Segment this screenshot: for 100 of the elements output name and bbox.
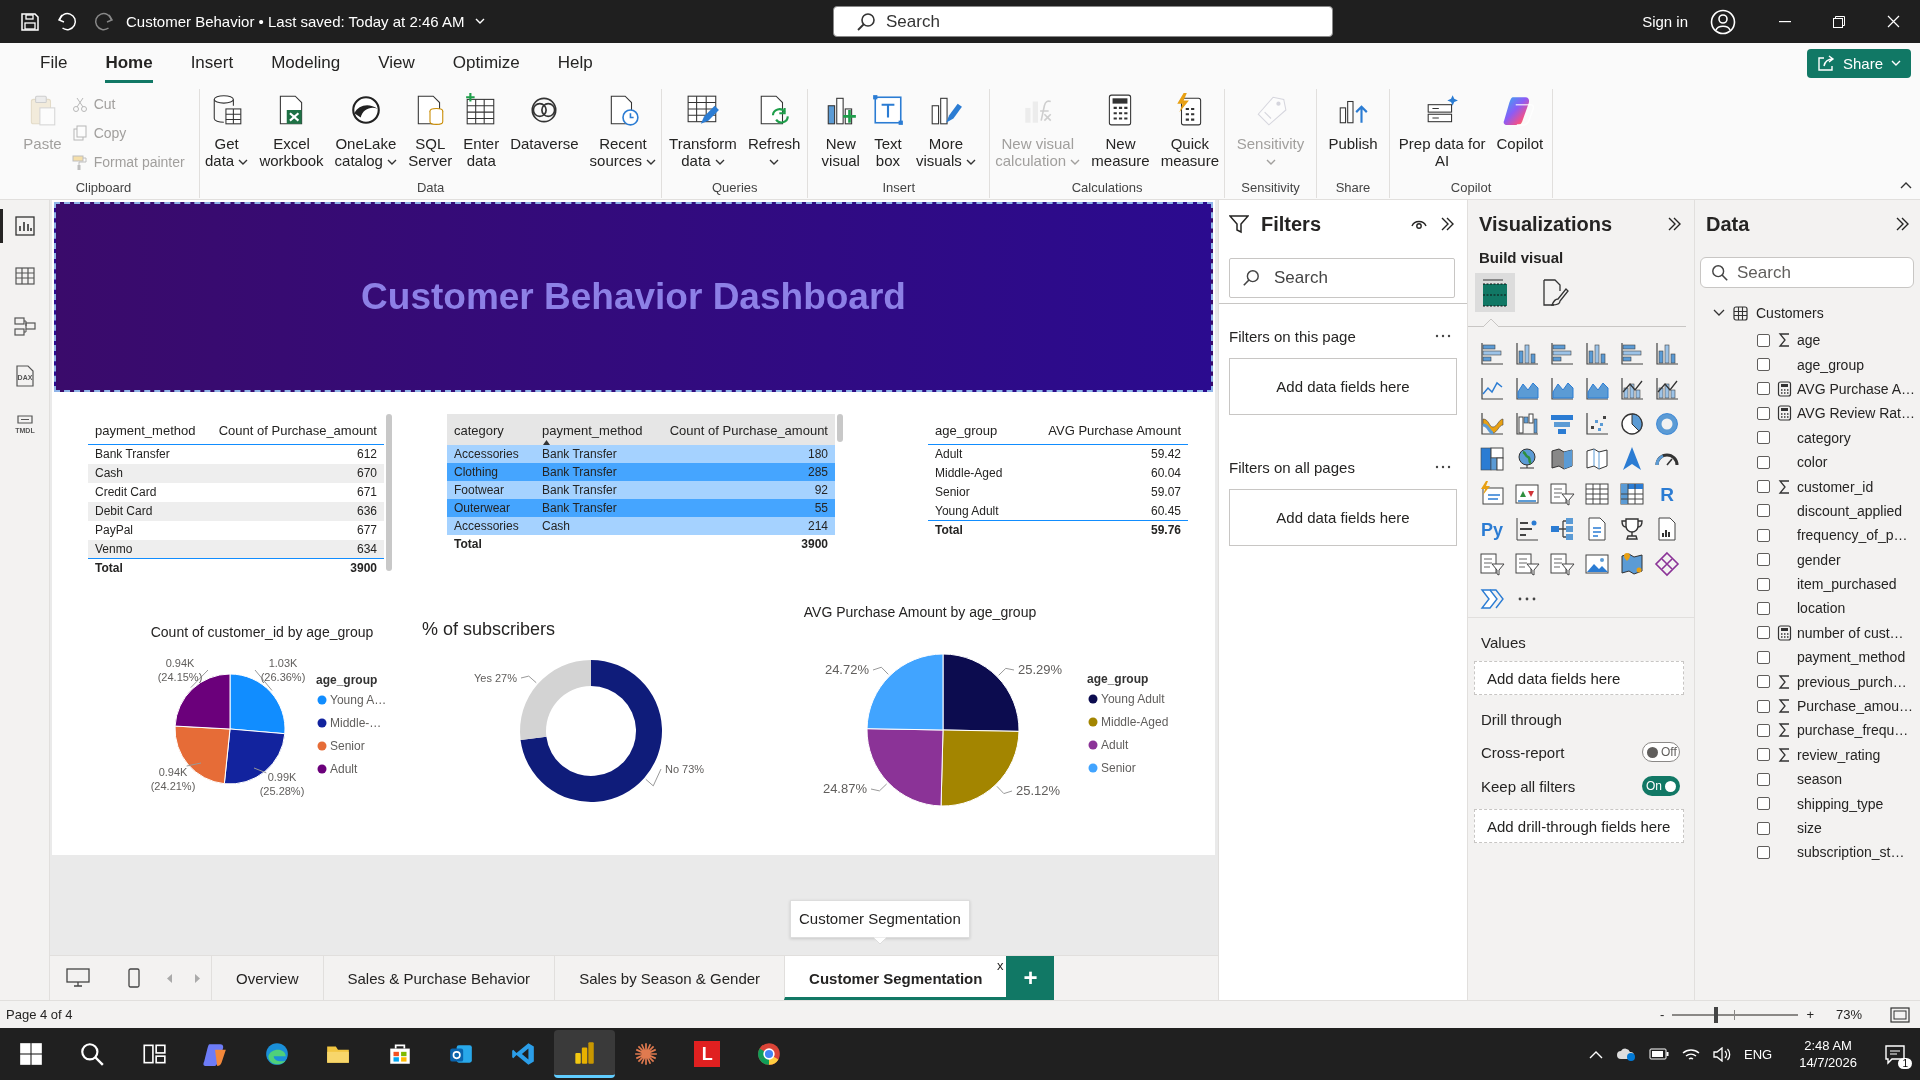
checkbox[interactable]	[1757, 699, 1770, 713]
cloud-icon[interactable]	[1616, 1046, 1636, 1062]
checkbox[interactable]	[1757, 797, 1770, 811]
ribbon-button[interactable]: New visual	[816, 89, 865, 178]
scatter-chart-icon[interactable]	[1583, 410, 1610, 437]
menu-tab[interactable]: Insert	[190, 43, 234, 83]
ribbon-button[interactable]: Quick measure	[1155, 89, 1224, 178]
diamond-icon[interactable]	[1653, 550, 1680, 577]
slicer-icon[interactable]	[1548, 550, 1575, 577]
table-icon[interactable]	[1583, 480, 1610, 507]
search-icon[interactable]	[79, 1041, 106, 1067]
ribbon-button[interactable]: More visuals	[910, 89, 981, 178]
checkbox[interactable]	[1757, 455, 1770, 469]
slicer-icon[interactable]	[1478, 550, 1505, 577]
sign-in-link[interactable]: Sign in	[1642, 13, 1688, 30]
drop-zone[interactable]: Add drill-through fields here	[1474, 809, 1684, 843]
ribbon-button[interactable]: Prep data for AI	[1393, 89, 1491, 178]
field-name[interactable]: size	[1797, 820, 1822, 836]
column-chart-icon[interactable]	[1653, 340, 1680, 367]
caret-icon[interactable]	[646, 159, 657, 166]
fit-page-icon[interactable]	[1890, 1006, 1910, 1023]
undo-icon[interactable]	[56, 10, 78, 33]
column-chart-icon[interactable]	[1513, 340, 1540, 367]
ribbon-button[interactable]: OneLake catalog	[329, 89, 403, 178]
bar-chart-icon[interactable]	[1618, 340, 1645, 367]
clock[interactable]: 2:48 AM 14/7/2026	[1799, 1037, 1857, 1071]
field-name[interactable]: AVG Purchase A…	[1797, 380, 1915, 397]
field-name[interactable]: discount_applied	[1797, 502, 1903, 519]
desktop-layout-icon[interactable]	[66, 968, 90, 988]
caret-icon[interactable]	[238, 159, 249, 166]
field-name[interactable]: color	[1797, 454, 1828, 471]
field-name[interactable]: previous_purch…	[1797, 673, 1907, 690]
tree-item[interactable]: Customers	[1695, 298, 1920, 328]
search-field[interactable]: Search	[1229, 258, 1455, 298]
letter-icon[interactable]: R	[1653, 480, 1680, 507]
toggle-switch[interactable]: Off	[1642, 742, 1680, 762]
checkbox[interactable]	[1757, 772, 1770, 786]
card-icon[interactable]	[1478, 480, 1505, 507]
field-name[interactable]: season	[1797, 771, 1843, 788]
column-header[interactable]: payment_method	[535, 414, 653, 445]
caret-icon[interactable]	[714, 159, 725, 166]
gradient-logo-icon[interactable]	[202, 1041, 229, 1067]
language-indicator[interactable]: ENG	[1744, 1046, 1773, 1062]
ribbon-button[interactable]: Refresh	[742, 89, 806, 178]
ribbon-button[interactable]: Recent sources	[584, 89, 662, 178]
checkbox[interactable]	[1757, 723, 1770, 737]
combo-chart-icon[interactable]	[1653, 375, 1680, 402]
ribbon-button[interactable]: Excel workbook	[254, 89, 329, 178]
phone-layout-icon[interactable]	[128, 968, 140, 988]
ribbon-button[interactable]: Publish	[1323, 89, 1383, 178]
speaker-icon[interactable]	[1713, 1046, 1731, 1062]
checkbox[interactable]	[1757, 748, 1770, 762]
checkbox[interactable]	[1757, 431, 1770, 445]
map-pin-icon[interactable]	[1618, 550, 1645, 577]
column-header[interactable]: category	[447, 414, 535, 445]
checkbox[interactable]	[1757, 406, 1770, 420]
column-header[interactable]: Count of Purchase_amount	[653, 414, 835, 445]
caret-icon[interactable]	[965, 159, 976, 166]
ribbon-button[interactable]: Transform data	[664, 89, 742, 178]
report-view-icon[interactable]	[12, 214, 37, 238]
add-page-button[interactable]: +	[1006, 956, 1055, 1000]
map-outline-icon[interactable]	[1583, 445, 1610, 472]
combo-chart-icon[interactable]	[1618, 375, 1645, 402]
notification-icon[interactable]	[1884, 1043, 1906, 1065]
pane-tab[interactable]	[1475, 273, 1515, 312]
menu-tab[interactable]: Help	[557, 43, 593, 83]
wifi-icon[interactable]	[1682, 1046, 1700, 1062]
page-tab[interactable]: Customer Segmentation x	[784, 956, 1007, 1000]
menu-tab[interactable]: File	[40, 43, 68, 83]
checkbox[interactable]	[1757, 650, 1770, 664]
slider-thumb[interactable]	[1714, 1006, 1719, 1023]
caret-icon[interactable]	[769, 159, 780, 166]
influencer-chart-icon[interactable]	[1513, 515, 1540, 542]
field-name[interactable]: subscription_st…	[1797, 844, 1905, 861]
ribbon-button[interactable]: Copilot	[1491, 89, 1549, 178]
search-field[interactable]: Search	[833, 6, 1333, 37]
ribbon-button[interactable]: Dataverse	[505, 89, 584, 178]
chevron-up-icon[interactable]	[1589, 1049, 1603, 1059]
menu-tab[interactable]: Modeling	[271, 43, 341, 83]
pie-chart-icon[interactable]	[1618, 410, 1645, 437]
battery-icon[interactable]	[1649, 1048, 1669, 1060]
checkbox[interactable]	[1757, 528, 1770, 542]
checkbox[interactable]	[1757, 480, 1770, 494]
drop-zone[interactable]: Add data fields here	[1229, 358, 1457, 415]
ribbon-button[interactable]: SQL Server	[403, 89, 458, 178]
checkbox[interactable]	[1757, 382, 1770, 396]
zoom-in-button[interactable]: +	[1806, 1007, 1814, 1022]
ribbon-button[interactable]: Text box	[865, 89, 910, 178]
model-view-icon[interactable]	[12, 314, 37, 338]
browser-icon[interactable]	[263, 1041, 290, 1067]
redo-icon[interactable]	[93, 10, 115, 33]
field-name[interactable]: number of cust…	[1797, 624, 1904, 641]
search-field[interactable]: Search	[1700, 257, 1914, 288]
checkbox[interactable]	[1757, 626, 1770, 640]
field-name[interactable]: item_purchased	[1797, 576, 1897, 593]
checkbox[interactable]	[1757, 577, 1770, 591]
bar-chart-icon[interactable]	[1478, 340, 1505, 367]
more-icon[interactable]	[1435, 334, 1451, 338]
trophy-icon[interactable]	[1618, 515, 1645, 542]
field-name[interactable]: review_rating	[1797, 746, 1881, 763]
